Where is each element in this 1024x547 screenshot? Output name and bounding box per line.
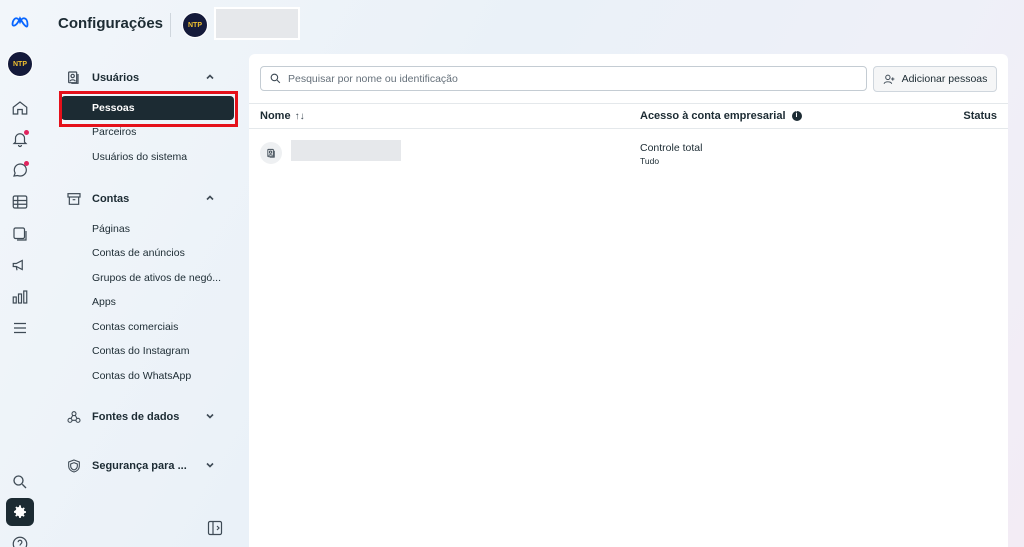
- column-name[interactable]: Nome ↑↓: [260, 110, 305, 122]
- search-placeholder: Pesquisar por nome ou identificação: [288, 72, 458, 85]
- section-security-label: Segurança para ...: [92, 460, 187, 472]
- table-icon[interactable]: [6, 188, 34, 216]
- table-header: Nome ↑↓ Acesso à conta empresarial i Stat…: [249, 103, 1008, 129]
- section-accounts[interactable]: Contas: [66, 188, 232, 210]
- chevron-up-icon[interactable]: [204, 71, 216, 83]
- section-accounts-label: Contas: [92, 193, 130, 205]
- page-title: Configurações: [58, 15, 164, 32]
- add-people-label: Adicionar pessoas: [901, 73, 988, 85]
- column-status: Status: [963, 110, 997, 122]
- sidebar-item-ad-accounts[interactable]: Contas de anúncios: [92, 243, 185, 263]
- sidebar-item-instagram-accounts[interactable]: Contas do Instagram: [92, 341, 189, 361]
- column-name-label: Nome: [260, 110, 291, 122]
- notification-dot: [24, 130, 29, 135]
- message-dot: [24, 161, 29, 166]
- chevron-down-icon[interactable]: [204, 459, 216, 471]
- business-name-redacted[interactable]: [214, 7, 300, 40]
- person-name-redacted[interactable]: [291, 140, 401, 161]
- add-person-icon: [883, 74, 894, 84]
- sort-icon[interactable]: ↑↓: [295, 111, 305, 122]
- section-users-label: Usuários: [92, 72, 140, 84]
- column-access-label: Acesso à conta empresarial: [640, 110, 786, 122]
- access-detail: Tudo: [640, 156, 660, 166]
- section-security[interactable]: Segurança para ...: [66, 455, 232, 477]
- sidebar-item-whatsapp-accounts[interactable]: Contas do WhatsApp: [92, 366, 191, 386]
- help-icon[interactable]: [6, 530, 34, 547]
- megaphone-icon[interactable]: [6, 251, 34, 279]
- sidebar-item-apps[interactable]: Apps: [92, 292, 116, 312]
- column-access: Acesso à conta empresarial i: [640, 110, 802, 122]
- shield-icon: [66, 458, 82, 474]
- chevron-up-icon[interactable]: [204, 192, 216, 204]
- home-icon[interactable]: [6, 94, 34, 122]
- business-avatar[interactable]: NTP: [182, 12, 208, 38]
- menu-icon[interactable]: [6, 314, 34, 342]
- sidebar-item-asset-groups[interactable]: Grupos de ativos de negó...: [92, 268, 221, 288]
- table-row[interactable]: Controle total Tudo: [249, 130, 1008, 176]
- person-badge-icon: [260, 142, 282, 164]
- gear-icon[interactable]: [6, 498, 34, 526]
- meta-logo-icon[interactable]: [6, 8, 34, 36]
- people-panel: Pesquisar por nome ou identificação Adic…: [249, 54, 1008, 547]
- search-icon: [270, 73, 281, 84]
- search-input[interactable]: Pesquisar por nome ou identificação: [260, 66, 867, 91]
- account-avatar[interactable]: NTP: [6, 50, 34, 78]
- data-sources-icon: [66, 409, 82, 425]
- sidebar-item-commerce-accounts[interactable]: Contas comerciais: [92, 317, 178, 337]
- messages-icon[interactable]: [6, 156, 34, 184]
- info-icon[interactable]: i: [791, 111, 802, 121]
- settings-sidebar: Usuários Pessoas Parceiros Usuários do s…: [58, 60, 240, 547]
- left-rail: NTP: [0, 0, 40, 547]
- analytics-icon[interactable]: [6, 283, 34, 311]
- layers-icon[interactable]: [6, 220, 34, 248]
- selection-highlight-box: [59, 91, 238, 127]
- search-icon[interactable]: [6, 468, 34, 496]
- section-data-sources[interactable]: Fontes de dados: [66, 406, 232, 428]
- access-level: Controle total: [640, 142, 703, 154]
- sidebar-item-paginas[interactable]: Páginas: [92, 219, 130, 239]
- notifications-icon[interactable]: [6, 125, 34, 153]
- sidebar-item-system-users[interactable]: Usuários do sistema: [92, 147, 187, 167]
- add-people-button[interactable]: Adicionar pessoas: [873, 66, 997, 92]
- archive-icon: [66, 191, 82, 207]
- chevron-down-icon[interactable]: [204, 410, 216, 422]
- collapse-sidebar-icon[interactable]: [207, 520, 223, 536]
- users-icon: [66, 70, 82, 86]
- header-divider: [170, 13, 171, 37]
- section-data-sources-label: Fontes de dados: [92, 411, 180, 423]
- section-users[interactable]: Usuários: [66, 67, 232, 89]
